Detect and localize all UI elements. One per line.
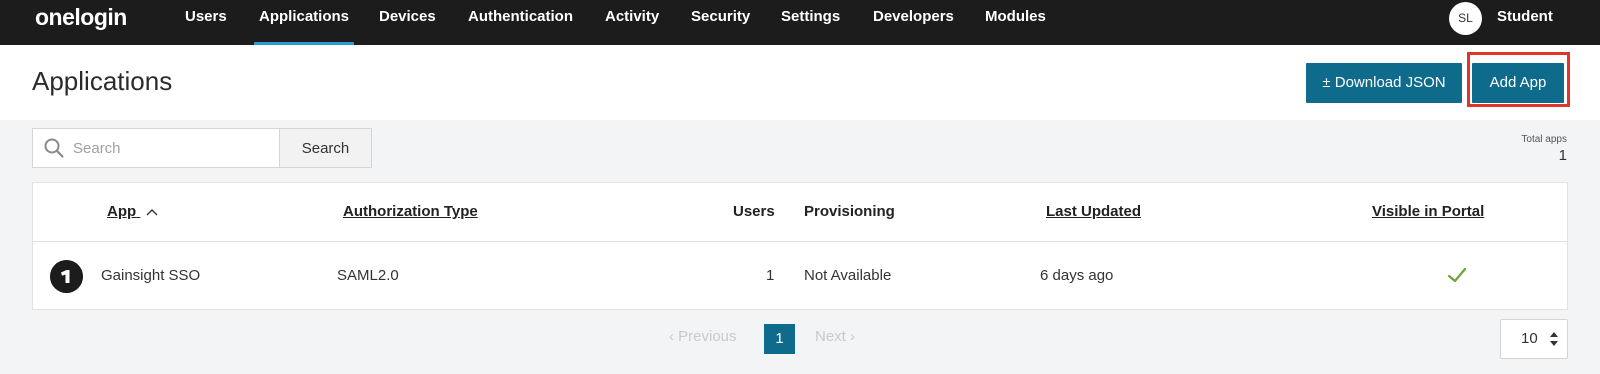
- nav-item-settings[interactable]: Settings: [781, 0, 840, 45]
- nav-item-modules[interactable]: Modules: [985, 0, 1046, 45]
- search-button[interactable]: Search: [279, 128, 372, 168]
- nav-item-developers[interactable]: Developers: [873, 0, 954, 45]
- page-title: Applications: [32, 66, 173, 96]
- header-divider: [33, 241, 1567, 242]
- add-app-button[interactable]: Add App: [1472, 63, 1564, 103]
- previous-page-link[interactable]: ‹ Previous: [669, 322, 737, 352]
- page-header: Applications ± Download JSON Add App: [0, 45, 1600, 120]
- table-cell-authorization-type: SAML2.0: [337, 267, 399, 284]
- check-icon: [1447, 267, 1467, 283]
- select-caret-icon: [1550, 332, 1558, 346]
- per-page-value: 10: [1521, 330, 1538, 347]
- column-header-visible-in-portal[interactable]: Visible in Portal: [1372, 183, 1484, 241]
- download-json-button[interactable]: ± Download JSON: [1306, 63, 1462, 103]
- nav-item-applications[interactable]: Applications: [253, 0, 355, 45]
- top-navigation-bar: onelogin Users Applications Devices Auth…: [0, 0, 1600, 45]
- search-box: [32, 128, 280, 168]
- per-page-select[interactable]: 10: [1500, 319, 1568, 359]
- applications-table: App Authorization Type Users Provisionin…: [32, 182, 1568, 310]
- total-apps-label: Total apps: [1521, 134, 1567, 145]
- table-cell-app-name[interactable]: Gainsight SSO: [101, 242, 200, 309]
- table-cell-last-updated: 6 days ago: [1040, 267, 1114, 284]
- total-apps-count: 1: [1558, 147, 1567, 164]
- onelogin-app-icon: [50, 260, 83, 293]
- table-cell-users: 1: [766, 267, 775, 284]
- nav-item-security[interactable]: Security: [691, 0, 750, 45]
- table-cell-provisioning: Not Available: [804, 267, 892, 284]
- column-header-app[interactable]: App: [107, 183, 158, 241]
- nav-item-authentication[interactable]: Authentication: [468, 0, 573, 45]
- search-icon: [44, 138, 64, 158]
- sort-ascending-icon[interactable]: [146, 208, 158, 216]
- nav-item-activity[interactable]: Activity: [605, 0, 659, 45]
- column-header-app-label: App: [107, 203, 137, 220]
- column-header-last-updated[interactable]: Last Updated: [1046, 183, 1141, 241]
- column-header-provisioning: Provisioning: [804, 203, 895, 220]
- page-number-current[interactable]: 1: [764, 324, 795, 354]
- column-header-users: Users: [733, 203, 775, 220]
- column-header-authorization-type[interactable]: Authorization Type: [343, 183, 478, 241]
- nav-item-devices[interactable]: Devices: [379, 0, 436, 45]
- nav-item-users[interactable]: Users: [185, 0, 227, 45]
- user-menu-name[interactable]: Student: [1497, 0, 1553, 34]
- next-page-link[interactable]: Next ›: [815, 322, 855, 352]
- onelogin-logo[interactable]: onelogin: [35, 4, 127, 31]
- search-input[interactable]: [73, 129, 273, 167]
- avatar[interactable]: SL: [1449, 2, 1482, 35]
